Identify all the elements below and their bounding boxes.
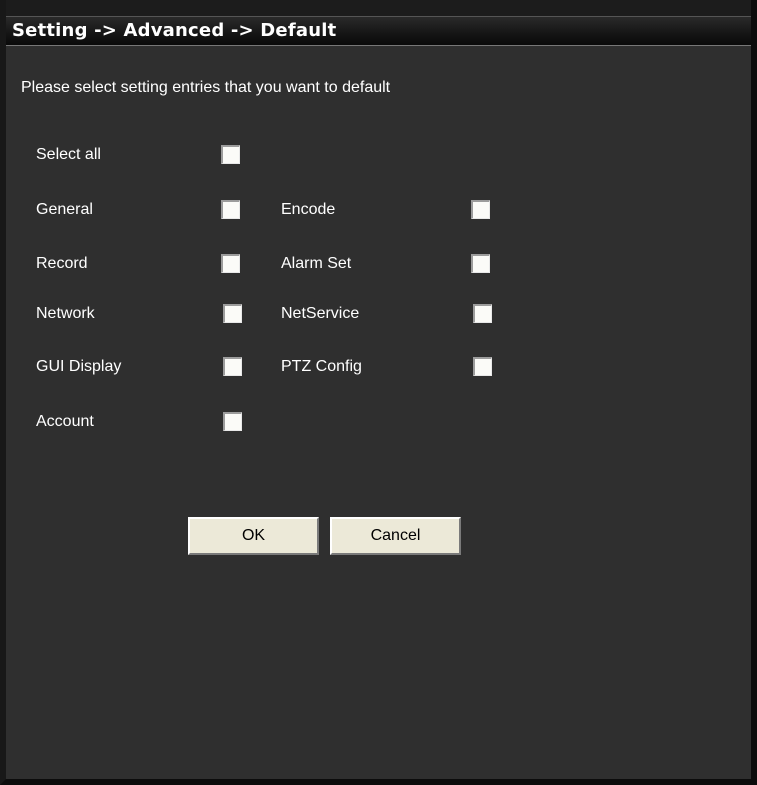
account-label: Account	[36, 413, 94, 430]
alarm-set-checkbox[interactable]	[471, 254, 490, 273]
instruction-text: Please select setting entries that you w…	[21, 79, 391, 96]
ok-button[interactable]: OK	[188, 517, 319, 555]
account-checkbox[interactable]	[223, 412, 242, 431]
dialog-title: Setting -> Advanced -> Default	[12, 20, 337, 41]
ptz-config-checkbox[interactable]	[473, 357, 492, 376]
cancel-button[interactable]: Cancel	[330, 517, 461, 555]
netservice-label: NetService	[281, 305, 360, 322]
gui-display-checkbox[interactable]	[223, 357, 242, 376]
title-bar: Setting -> Advanced -> Default	[6, 16, 751, 46]
general-checkbox[interactable]	[221, 200, 240, 219]
select-all-label: Select all	[36, 146, 101, 163]
encode-checkbox[interactable]	[471, 200, 490, 219]
network-label: Network	[36, 305, 95, 322]
record-checkbox[interactable]	[221, 254, 240, 273]
select-all-checkbox[interactable]	[221, 145, 240, 164]
netservice-checkbox[interactable]	[473, 304, 492, 323]
network-checkbox[interactable]	[223, 304, 242, 323]
default-settings-dialog: Setting -> Advanced -> Default Please se…	[0, 0, 757, 785]
encode-label: Encode	[281, 201, 336, 218]
gui-display-label: GUI Display	[36, 358, 122, 375]
record-label: Record	[36, 255, 88, 272]
ptz-config-label: PTZ Config	[281, 358, 362, 375]
general-label: General	[36, 201, 93, 218]
alarm-set-label: Alarm Set	[281, 255, 352, 272]
window-top-strip	[6, 0, 751, 16]
